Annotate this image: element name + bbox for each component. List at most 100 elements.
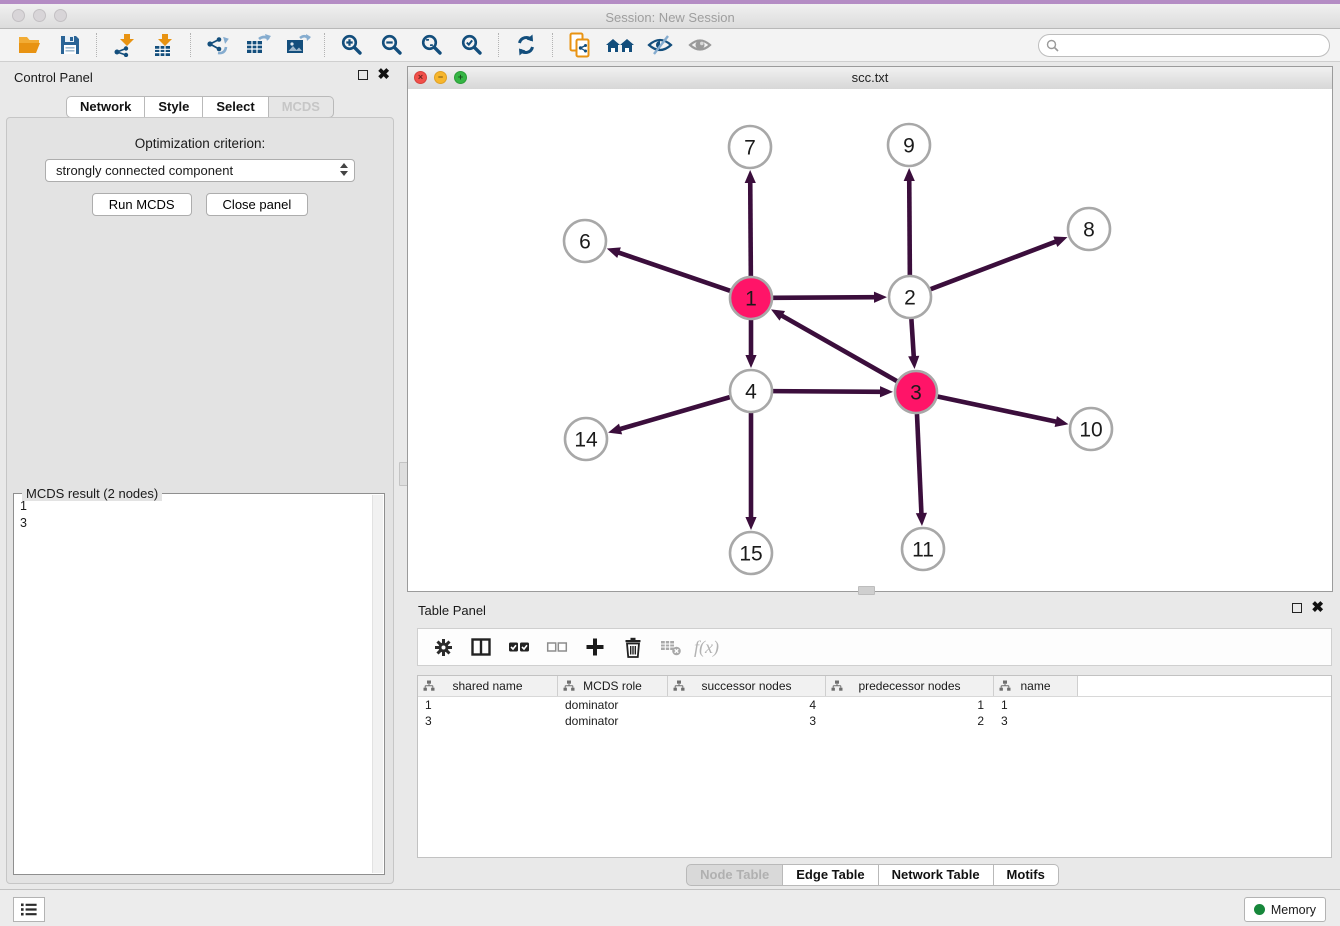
- delete-column-icon[interactable]: [616, 632, 650, 662]
- table-settings-gear-icon[interactable]: [426, 632, 460, 662]
- first-neighbors-icon[interactable]: [600, 30, 640, 60]
- deselect-all-columns-icon[interactable]: [540, 632, 574, 662]
- search-input[interactable]: [1063, 37, 1329, 54]
- export-network-icon[interactable]: [198, 30, 238, 60]
- edge-2-8[interactable]: [931, 241, 1058, 289]
- table-row[interactable]: 1dominator411: [418, 697, 1331, 713]
- close-table-panel-icon[interactable]: ✖: [1311, 602, 1324, 614]
- edge-2-3[interactable]: [911, 319, 913, 358]
- tab-edge-table[interactable]: Edge Table: [783, 864, 878, 886]
- close-panel-button[interactable]: Close panel: [206, 193, 309, 216]
- tab-mcds[interactable]: MCDS: [269, 96, 334, 118]
- run-mcds-button[interactable]: Run MCDS: [92, 193, 192, 216]
- table-cell[interactable]: 4: [668, 697, 826, 713]
- table-cell[interactable]: 2: [826, 713, 994, 729]
- table-body: 1dominator4113dominator323: [418, 697, 1331, 729]
- column-header-MCDS-role[interactable]: MCDS role: [558, 676, 668, 696]
- function-builder-icon: f(x): [694, 637, 719, 658]
- create-column-icon[interactable]: [578, 632, 612, 662]
- table-cell[interactable]: 1: [994, 697, 1078, 713]
- column-label: name: [1020, 679, 1050, 693]
- memory-button[interactable]: Memory: [1244, 897, 1326, 922]
- tab-style[interactable]: Style: [145, 96, 203, 118]
- edge-3-1[interactable]: [781, 315, 897, 381]
- export-table-icon[interactable]: [238, 30, 278, 60]
- zoom-in-icon[interactable]: [332, 30, 372, 60]
- table-cell[interactable]: dominator: [558, 713, 668, 729]
- application-window: Session: New Session: [0, 0, 1340, 926]
- column-label: MCDS role: [583, 679, 642, 693]
- result-scrollbar[interactable]: [372, 495, 383, 873]
- table-cell[interactable]: 1: [418, 697, 558, 713]
- edge-arrowhead: [908, 356, 919, 369]
- toggle-panel-layout-icon[interactable]: [464, 632, 498, 662]
- result-line: 3: [20, 515, 372, 532]
- network-window-traffic-lights: × − +: [414, 71, 467, 84]
- mcds-result-box: MCDS result (2 nodes) 13: [13, 493, 385, 875]
- horizontal-splitter-handle[interactable]: [858, 586, 875, 595]
- node-table[interactable]: shared name MCDS role successor nodes prede…: [417, 675, 1332, 858]
- table-cell[interactable]: 3: [668, 713, 826, 729]
- edge-2-9[interactable]: [909, 179, 910, 275]
- table-panel-header: Table Panel ✖: [405, 595, 1340, 625]
- node-label-4: 4: [745, 381, 757, 404]
- task-history-button[interactable]: [13, 897, 45, 922]
- column-header-shared-name[interactable]: shared name: [418, 676, 558, 696]
- import-network-icon[interactable]: [104, 30, 144, 60]
- node-label-2: 2: [904, 287, 916, 310]
- table-cell[interactable]: 3: [418, 713, 558, 729]
- export-image-icon[interactable]: [278, 30, 318, 60]
- tab-select[interactable]: Select: [203, 96, 268, 118]
- edge-1-6[interactable]: [617, 252, 730, 291]
- toolbar-separator: [552, 33, 554, 57]
- refresh-icon[interactable]: [506, 30, 546, 60]
- zoom-fit-icon[interactable]: [412, 30, 452, 60]
- column-header-predecessor-nodes[interactable]: predecessor nodes: [826, 676, 994, 696]
- edge-4-3[interactable]: [773, 391, 882, 392]
- duplicate-network-icon[interactable]: [560, 30, 600, 60]
- save-session-icon[interactable]: [50, 30, 90, 60]
- import-table-icon[interactable]: [144, 30, 184, 60]
- memory-status-dot: [1254, 904, 1265, 915]
- node-label-1: 1: [745, 288, 757, 311]
- column-header-successor-nodes[interactable]: successor nodes: [668, 676, 826, 696]
- table-cell[interactable]: 3: [994, 713, 1078, 729]
- network-graph[interactable]: 7968124314101511: [408, 89, 1332, 591]
- status-bar: Memory: [0, 889, 1340, 926]
- edge-1-2[interactable]: [773, 297, 876, 298]
- table-row[interactable]: 3dominator323: [418, 713, 1331, 729]
- edge-arrowhead: [745, 170, 756, 183]
- network-canvas[interactable]: 7968124314101511: [408, 89, 1332, 591]
- node-label-10: 10: [1079, 419, 1102, 442]
- network-close-button[interactable]: ×: [414, 71, 427, 84]
- column-label: successor nodes: [701, 679, 791, 693]
- edge-1-7[interactable]: [750, 181, 751, 276]
- tab-network[interactable]: Network: [66, 96, 145, 118]
- criterion-select[interactable]: strongly connected component: [45, 159, 355, 182]
- tab-network-table[interactable]: Network Table: [879, 864, 994, 886]
- tab-motifs[interactable]: Motifs: [994, 864, 1059, 886]
- column-header-name[interactable]: name: [994, 676, 1078, 696]
- node-label-3: 3: [910, 382, 922, 405]
- zoom-selected-icon[interactable]: [452, 30, 492, 60]
- edge-3-11[interactable]: [917, 414, 922, 515]
- tab-node-table[interactable]: Node Table: [686, 864, 783, 886]
- network-zoom-button[interactable]: +: [454, 71, 467, 84]
- table-cell[interactable]: 1: [826, 697, 994, 713]
- open-session-icon[interactable]: [10, 30, 50, 60]
- network-minimize-button[interactable]: −: [434, 71, 447, 84]
- column-label: shared name: [452, 679, 522, 693]
- edge-arrowhead: [607, 247, 621, 258]
- edge-4-14[interactable]: [619, 397, 730, 429]
- float-table-panel-icon[interactable]: [1292, 603, 1302, 613]
- hide-selected-icon[interactable]: [640, 30, 680, 60]
- network-window-titlebar[interactable]: × − + scc.txt: [408, 67, 1332, 90]
- mcds-result-text[interactable]: 13: [20, 498, 372, 872]
- show-all-icon[interactable]: [680, 30, 720, 60]
- edge-3-10[interactable]: [938, 397, 1058, 422]
- table-cell[interactable]: dominator: [558, 697, 668, 713]
- select-all-columns-icon[interactable]: [502, 632, 536, 662]
- zoom-out-icon[interactable]: [372, 30, 412, 60]
- close-panel-icon[interactable]: ✖: [377, 69, 390, 81]
- float-panel-icon[interactable]: [358, 70, 368, 80]
